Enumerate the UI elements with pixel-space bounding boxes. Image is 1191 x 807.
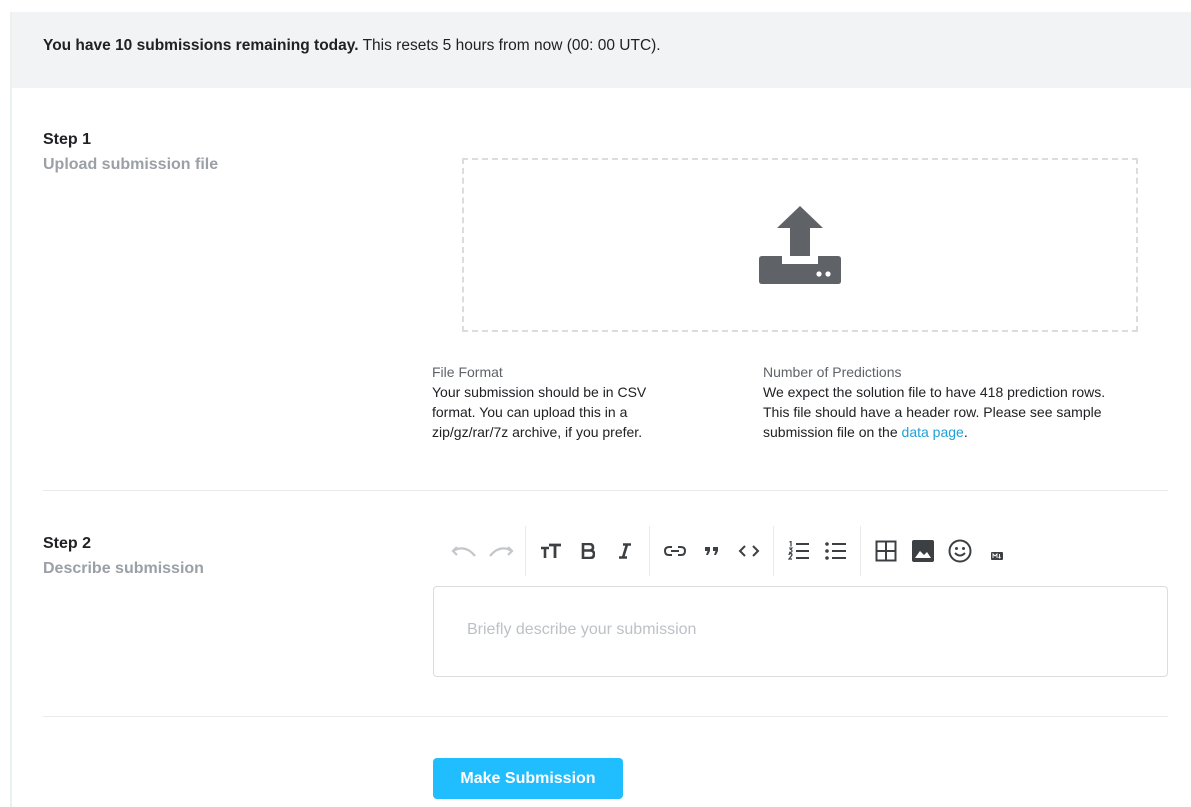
step2-subtitle: Describe submission [43, 560, 204, 577]
banner-bold-text: You have 10 submissions remaining today. [43, 37, 359, 54]
file-format-label: File Format [432, 364, 503, 380]
step1-subtitle: Upload submission file [43, 156, 219, 173]
bold-icon[interactable] [569, 531, 606, 571]
predictions-line-suffix: . [963, 424, 968, 440]
upload-dropzone[interactable] [462, 158, 1138, 332]
markdown-icon[interactable] [978, 531, 1015, 571]
emoji-icon[interactable] [941, 531, 978, 571]
upload-icon [759, 206, 841, 284]
predictions-line: We expect the solution file to have 418 … [763, 384, 1106, 400]
left-accent-rule [10, 12, 12, 807]
table-icon[interactable] [867, 531, 904, 571]
predictions-info: Number of Predictions We expect the solu… [763, 362, 1105, 442]
editor-placeholder: Briefly describe your submission [467, 621, 697, 638]
unordered-list-icon[interactable] [817, 531, 854, 571]
code-icon[interactable] [730, 531, 767, 571]
toolbar-separator [649, 526, 650, 576]
data-page-link[interactable]: data page [902, 424, 964, 440]
italic-icon[interactable] [606, 531, 643, 571]
make-submission-button[interactable]: Make Submission [433, 758, 623, 799]
file-format-info: File Format Your submission should be in… [432, 362, 646, 442]
section-divider [43, 490, 1168, 491]
predictions-line-prefix: submission file on the [763, 424, 902, 440]
quote-icon[interactable] [693, 531, 730, 571]
step1-title: Step 1 [43, 131, 92, 148]
redo-icon[interactable] [482, 531, 519, 571]
predictions-label: Number of Predictions [763, 364, 902, 380]
toolbar-separator [525, 526, 526, 576]
undo-icon[interactable] [445, 531, 482, 571]
toolbar-separator [773, 526, 774, 576]
link-icon[interactable] [656, 531, 693, 571]
file-format-line: zip/gz/rar/7z archive, if you prefer. [432, 424, 643, 440]
predictions-line: submission file on the data page. [763, 422, 1105, 442]
submission-description-editor[interactable]: Briefly describe your submission [433, 586, 1168, 677]
file-format-line: Your submission should be in CSV [432, 384, 647, 400]
ordered-list-icon[interactable] [780, 531, 817, 571]
editor-toolbar [445, 525, 1015, 577]
file-format-line: format. You can upload this in a [432, 404, 628, 420]
text-size-icon[interactable] [532, 531, 569, 571]
predictions-line: This file should have a header row. Plea… [763, 404, 1102, 420]
section-divider [43, 716, 1168, 717]
toolbar-separator [860, 526, 861, 576]
step2-title: Step 2 [43, 535, 92, 552]
submissions-remaining-banner: You have 10 submissions remaining today.… [12, 12, 1191, 88]
image-icon[interactable] [904, 531, 941, 571]
banner-text: This resets 5 hours from now (00: 00 UTC… [358, 37, 661, 54]
